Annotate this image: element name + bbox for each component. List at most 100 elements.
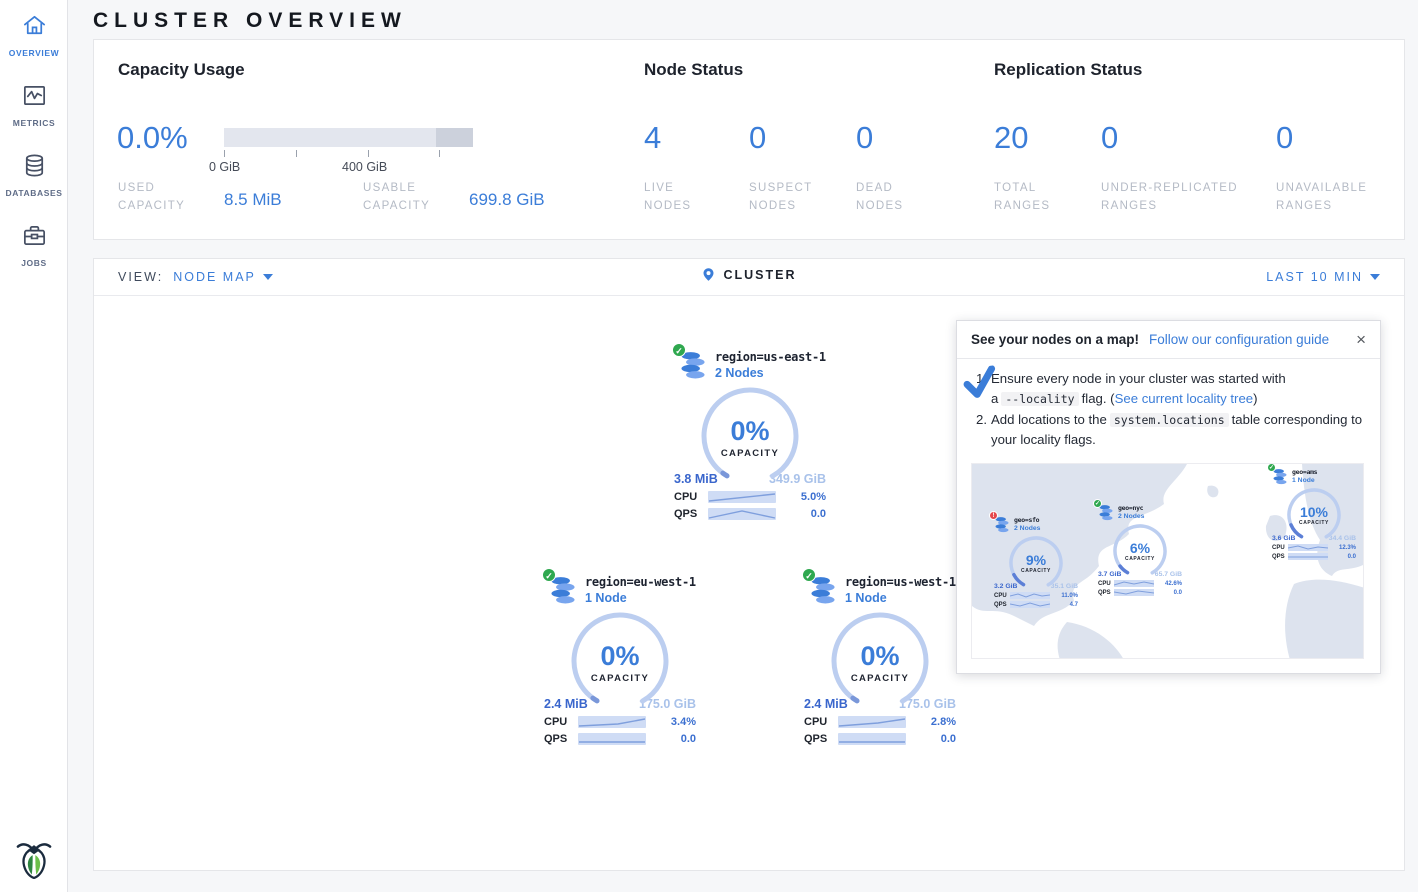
capacity-gauge: 6% CAPACITY (1111, 522, 1169, 580)
used-capacity-value: 8.5 MiB (224, 190, 282, 210)
cpu-sparkline (838, 716, 906, 728)
sidebar-item-label: DATABASES (0, 188, 68, 198)
databases-icon (21, 152, 48, 179)
capacity-used-percent: 0.0% (117, 120, 188, 156)
configuration-guide-link[interactable]: Follow our configuration guide (1149, 332, 1329, 347)
cpu-sparkline (578, 716, 646, 728)
replication-status-title: Replication Status (994, 60, 1142, 80)
view-bar: VIEW: NODE MAP CLUSTER LAST 10 MIN (93, 258, 1405, 295)
capacity-percent: 9% (1026, 552, 1046, 568)
node-stack-icon: ✓ (1098, 504, 1114, 521)
sidebar-item-jobs[interactable]: JOBS (0, 222, 68, 268)
qps-sparkline (708, 508, 776, 520)
node-stack-icon: ✓ (679, 350, 707, 380)
node-count: 2 Nodes (1118, 513, 1144, 520)
under-replicated-ranges-value: 0 (1101, 120, 1118, 156)
usable-capacity-value: 699.8 GiB (469, 190, 545, 210)
sidebar-item-label: METRICS (0, 118, 68, 128)
locality-tree-link[interactable]: See current locality tree (1115, 391, 1254, 406)
map-node-us-east-1[interactable]: ✓ region=us-east-1 2 Nodes 0% CAPACITY (667, 350, 833, 520)
cpu-sparkline (1010, 592, 1050, 599)
capacity-gauge: 0% CAPACITY (828, 609, 932, 713)
total-ranges-label: TOTAL RANGES (994, 180, 1074, 216)
capacity-caption: CAPACITY (851, 673, 909, 684)
popup-title: See your nodes on a map! (971, 332, 1139, 347)
unavailable-ranges-value: 0 (1276, 120, 1293, 156)
capacity-gauge: 0% CAPACITY (698, 384, 802, 488)
under-replicated-ranges-label: UNDER-REPLICATED RANGES (1101, 180, 1261, 216)
sidebar-item-metrics[interactable]: METRICS (0, 82, 68, 128)
region-label: region=us-west-1 (845, 575, 956, 589)
unavailable-ranges-label: UNAVAILABLE RANGES (1276, 180, 1396, 216)
popup-step-2: 2. Add locations to thesystem.locationst… (973, 410, 1364, 449)
example-map-image: ! geo=sfo 2 Nodes 9% (971, 463, 1364, 659)
node-count-link[interactable]: 1 Node (585, 591, 696, 605)
cpu-label: CPU (1272, 545, 1288, 551)
page-title: CLUSTER OVERVIEW (68, 0, 1418, 39)
map-node-eu-west-1[interactable]: ✓ region=eu-west-1 1 Node 0% CAPACITY 2 (537, 575, 703, 745)
node-count-link[interactable]: 1 Node (845, 591, 956, 605)
map-pin-icon (701, 267, 716, 282)
cpu-label: CPU (994, 593, 1010, 599)
qps-value: 0.0 (811, 508, 826, 520)
main-content: CLUSTER OVERVIEW Capacity Usage 0.0% 0 G… (68, 0, 1418, 871)
node-stack-icon: ✓ (1272, 468, 1288, 485)
qps-value: 4.7 (1070, 602, 1078, 608)
capacity-caption: CAPACITY (1021, 568, 1051, 574)
sidebar-item-label: OVERVIEW (0, 48, 68, 58)
qps-sparkline (1114, 589, 1154, 596)
qps-label: QPS (1272, 554, 1288, 560)
node-count-link[interactable]: 2 Nodes (715, 366, 826, 380)
node-map: ✓ region=us-east-1 2 Nodes 0% CAPACITY (93, 295, 1405, 871)
capacity-bar-tail (436, 128, 473, 147)
capacity-tick-label: 0 GiB (209, 160, 240, 174)
dead-nodes-value: 0 (856, 120, 873, 156)
capacity-gauge: 10% CAPACITY (1285, 486, 1343, 544)
capacity-tick-label: 400 GiB (342, 160, 387, 174)
node-status-title: Node Status (644, 60, 743, 80)
map-config-popup: See your nodes on a map! Follow our conf… (956, 320, 1381, 674)
capacity-caption: CAPACITY (721, 448, 779, 459)
sidebar-item-databases[interactable]: DATABASES (0, 152, 68, 198)
cpu-sparkline (1288, 544, 1328, 551)
cpu-label: CPU (544, 716, 578, 728)
metrics-icon (21, 82, 48, 109)
region-label: region=eu-west-1 (585, 575, 696, 589)
capacity-percent: 0% (860, 641, 899, 672)
cpu-label: CPU (1098, 581, 1114, 587)
mini-node-nyc: ✓ geo=nyc 2 Nodes 6% (1094, 504, 1186, 596)
qps-sparkline (1288, 553, 1328, 560)
capacity-tick (224, 150, 225, 157)
qps-value: 0.0 (681, 733, 696, 745)
live-status-icon: ✓ (542, 568, 556, 582)
cockroachdb-logo (0, 837, 68, 884)
region-label: region=us-east-1 (715, 350, 826, 364)
qps-label: QPS (994, 602, 1010, 608)
capacity-tick (439, 150, 440, 157)
capacity-caption: CAPACITY (591, 673, 649, 684)
capacity-bar (224, 128, 473, 147)
region-label: geo=sfo (1014, 516, 1040, 524)
capacity-tick (296, 150, 297, 157)
capacity-percent: 0% (730, 416, 769, 447)
qps-value: 0.0 (1174, 590, 1182, 596)
mini-node-sfo: ! geo=sfo 2 Nodes 9% (990, 516, 1082, 608)
step-done-check-icon (961, 365, 998, 400)
capacity-percent: 6% (1130, 540, 1150, 556)
node-count: 2 Nodes (1014, 525, 1040, 532)
cpu-value: 5.0% (801, 491, 826, 503)
capacity-percent: 10% (1300, 504, 1328, 520)
qps-label: QPS (544, 733, 578, 745)
qps-label: QPS (1098, 590, 1114, 596)
cluster-summary-panel: Capacity Usage 0.0% 0 GiB 400 GiB USED C… (93, 39, 1405, 240)
live-status-icon: ✓ (672, 343, 686, 357)
region-label: geo=nyc (1118, 504, 1144, 512)
cpu-sparkline (1114, 580, 1154, 587)
capacity-percent: 0% (600, 641, 639, 672)
sidebar-item-overview[interactable]: OVERVIEW (0, 12, 68, 58)
total-ranges-value: 20 (994, 120, 1028, 156)
close-icon[interactable]: × (1356, 331, 1366, 348)
map-node-us-west-1[interactable]: ✓ region=us-west-1 1 Node 0% CAPACITY 2 (797, 575, 963, 745)
cpu-label: CPU (674, 491, 708, 503)
capacity-gauge: 9% CAPACITY (1007, 534, 1065, 592)
